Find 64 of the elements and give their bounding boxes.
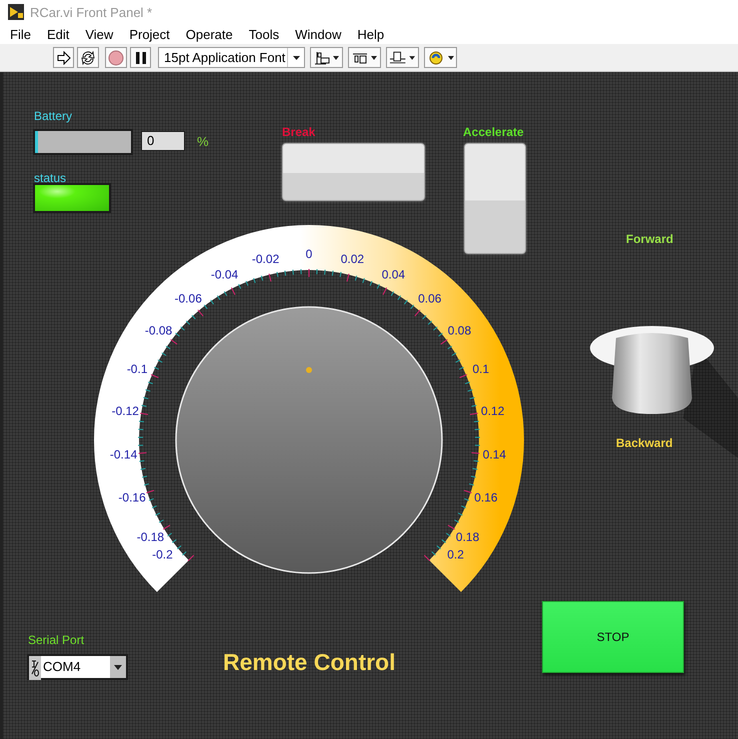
menu-item[interactable]: Tools (240, 26, 288, 42)
scale-label: -0.18 (136, 530, 164, 544)
io-icon (29, 656, 41, 680)
scale-label: -0.02 (252, 252, 280, 266)
scale-label: -0.08 (144, 324, 172, 338)
menu-item[interactable]: Project (121, 26, 178, 42)
scale-label: -0.04 (210, 267, 238, 282)
scale-label: 0.12 (481, 404, 504, 418)
status-label: status (34, 171, 66, 185)
distribute-objects-icon (352, 50, 378, 64)
resize-button[interactable] (386, 47, 419, 68)
scale-label: 0.06 (418, 292, 442, 306)
numeric-indicator: 0 (141, 131, 185, 151)
resize-objects-icon (389, 50, 416, 64)
scale-label: -0.14 (110, 448, 138, 462)
run-continuously-button[interactable] (77, 47, 99, 68)
stop-button[interactable]: STOP (542, 601, 684, 673)
scale-label: 0.1 (472, 362, 490, 376)
serial-port-label: Serial Port (28, 633, 84, 647)
menu-item[interactable]: File (2, 26, 39, 42)
scale-label: 0.18 (456, 530, 480, 544)
scale-label: -0.16 (118, 490, 146, 504)
scale-label: 0.2 (447, 548, 464, 562)
unit-label: % (197, 134, 209, 149)
pause-icon (134, 52, 146, 64)
scale-label: -0.2 (152, 548, 173, 562)
menu-item[interactable]: Window (287, 26, 350, 42)
run-button[interactable] (53, 47, 74, 68)
font-dropdown[interactable]: 15pt Application Font (158, 47, 305, 68)
window-title: RCar.vi Front Panel * (30, 4, 152, 20)
caret-icon (114, 664, 122, 670)
scale-label: -0.12 (112, 404, 139, 418)
caret-icon (292, 56, 300, 60)
pause-button[interactable] (130, 47, 151, 68)
scale-label: 0.04 (382, 267, 406, 282)
cycle-arrows-icon (80, 50, 96, 66)
app-icon (8, 4, 24, 20)
knob[interactable]: -0.2 -0.18 -0.16 -0.14 -0.12 -0.1 -0.08 -0.06 -0.04 -0.02 0 0.02 0.04 0.06 0.08 0.1 0.12 0.14 0.16 0.18 0.2 (89, 225, 529, 605)
accelerate-label: Accelerate (463, 125, 524, 139)
break-label: Break (282, 125, 316, 139)
serial-port-dropdown[interactable]: COM4 (27, 654, 128, 680)
align-objects-icon (314, 50, 340, 64)
battery-label: Battery (34, 109, 72, 123)
menu-item[interactable]: View (77, 26, 122, 42)
scale-label: -0.06 (174, 292, 202, 306)
forward-label: Forward (626, 232, 674, 246)
menu-item[interactable]: Edit (38, 26, 78, 42)
scale-label: -0.1 (126, 362, 148, 376)
backward-label: Backward (616, 436, 673, 450)
reorder-button[interactable] (424, 47, 457, 68)
scale-label: 0.14 (482, 448, 506, 462)
panel-title: Remote Control (223, 649, 396, 676)
scale-label: 0.08 (448, 324, 472, 338)
menu-item[interactable]: Help (349, 26, 392, 42)
arrow-icon (56, 50, 70, 64)
menu-item[interactable]: Operate (178, 26, 241, 42)
scale-label: 0.16 (474, 490, 498, 504)
scale-label: 0.02 (340, 252, 364, 266)
scale-label: 0 (306, 247, 312, 261)
distribute-button[interactable] (348, 47, 381, 68)
knob-dial[interactable] (175, 306, 443, 574)
abort-button[interactable] (105, 47, 127, 68)
align-button[interactable] (310, 47, 343, 68)
stop-circle-icon (108, 50, 124, 66)
